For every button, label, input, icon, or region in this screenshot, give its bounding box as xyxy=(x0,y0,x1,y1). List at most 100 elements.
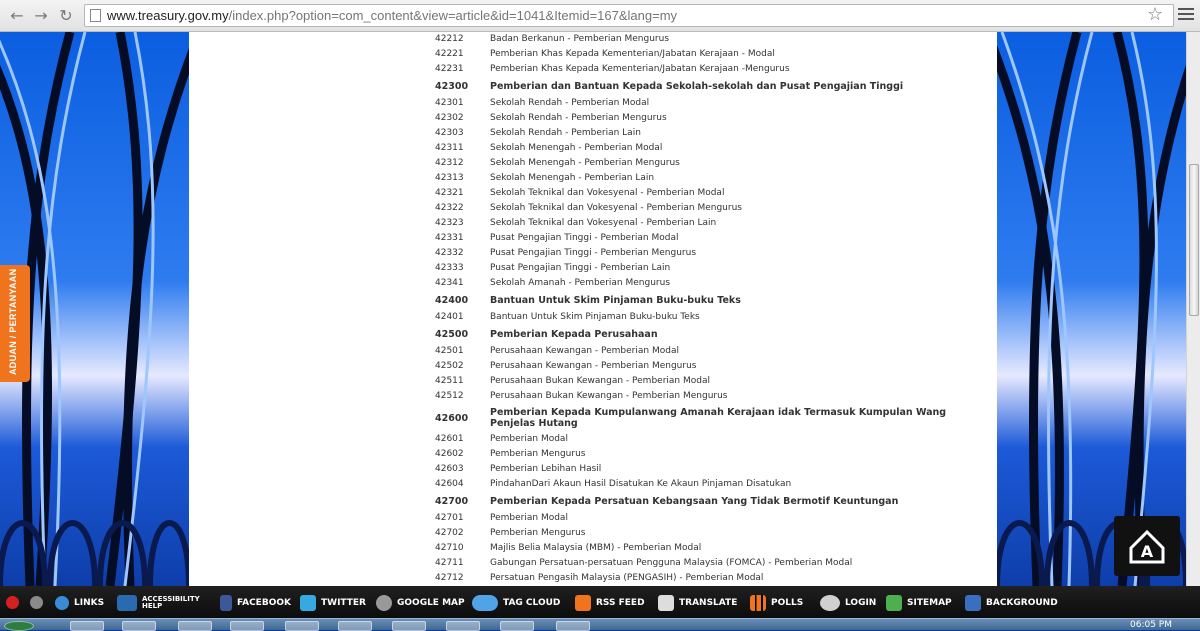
google-map-button[interactable]: GOOGLE MAP xyxy=(376,594,465,611)
help-icon[interactable] xyxy=(30,594,48,611)
bookmark-star-icon[interactable]: ☆ xyxy=(1147,4,1163,25)
accessibility-help-button[interactable]: ACCESSIBILITY HELP xyxy=(117,594,212,611)
code-row: 42711 Gabungan Persatuan-persatuan Penggu… xyxy=(435,556,955,571)
object-code: 42600 xyxy=(435,413,469,424)
bar-chart-icon xyxy=(750,594,766,611)
back-arrow-icon[interactable]: ← xyxy=(6,5,28,27)
login-button[interactable]: LOGIN xyxy=(820,594,876,611)
object-code: 42702 xyxy=(435,528,464,538)
close-toolbar-icon[interactable] xyxy=(6,594,24,611)
feedback-tab[interactable]: ADUAN / PERTANYAAN xyxy=(0,265,30,382)
accessibility-icon[interactable]: A xyxy=(1114,516,1180,576)
rss-feed-button[interactable]: RSS FEED xyxy=(575,594,645,611)
object-description: Persatuan Pengasih Malaysia (PENGASIH) -… xyxy=(490,573,764,583)
polls-button[interactable]: POLLS xyxy=(750,594,803,611)
reload-icon[interactable]: ↻ xyxy=(55,5,77,27)
object-code: 42712 xyxy=(435,573,464,583)
object-description: Pusat Pengajian Tinggi - Pemberian Lain xyxy=(490,263,671,273)
sitemap-label: SITEMAP xyxy=(907,597,952,608)
object-code: 42313 xyxy=(435,173,464,183)
code-row: 42231 Pemberian Khas Kepada Kementerian/J… xyxy=(435,62,955,77)
globe-icon xyxy=(55,595,69,610)
menu-icon[interactable] xyxy=(1178,5,1194,21)
google-icon xyxy=(376,594,392,611)
object-code: 42603 xyxy=(435,464,464,474)
sitemap-button[interactable]: SITEMAP xyxy=(886,594,952,611)
background-button[interactable]: BACKGROUND xyxy=(965,594,1058,611)
feedback-tab-label: ADUAN / PERTANYAAN xyxy=(8,268,18,375)
object-description: Majlis Belia Malaysia (MBM) - Pemberian … xyxy=(490,543,702,553)
links-label: LINKS xyxy=(74,597,105,608)
code-row: 42212 Badan Berkanun - Pemberian Mengurus xyxy=(435,32,955,47)
article-content: 42212 Badan Berkanun - Pemberian Mengurus… xyxy=(189,32,997,586)
object-code: 42312 xyxy=(435,158,464,168)
sitemap-icon xyxy=(886,594,902,611)
code-row: 42303 Sekolah Rendah - Pemberian Lain xyxy=(435,126,955,141)
object-description: Perusahaan Bukan Kewangan - Pemberian Mo… xyxy=(490,376,710,386)
code-row: 42333 Pusat Pengajian Tinggi - Pemberian … xyxy=(435,261,955,276)
object-code: 42711 xyxy=(435,558,464,568)
code-row: 42323 Sekolah Teknikal dan Vokesyenal - P… xyxy=(435,216,955,231)
object-description: Pemberian Modal xyxy=(490,513,568,523)
object-description: Sekolah Amanah - Pemberian Mengurus xyxy=(490,278,671,288)
code-row: 42332 Pusat Pengajian Tinggi - Pemberian … xyxy=(435,246,955,261)
vertical-scrollbar[interactable] xyxy=(1186,32,1200,586)
login-label: LOGIN xyxy=(845,597,877,608)
object-code: 42321 xyxy=(435,188,464,198)
code-row: 42712 Persatuan Pengasih Malaysia (PENGAS… xyxy=(435,571,955,586)
code-row: 42302 Sekolah Rendah - Pemberian Mengurus xyxy=(435,111,955,126)
code-row: 42301 Sekolah Rendah - Pemberian Modal xyxy=(435,96,955,111)
code-row: 42702 Pemberian Mengurus xyxy=(435,526,955,541)
object-description: Sekolah Menengah - Pemberian Mengurus xyxy=(490,158,680,168)
page-viewport: 42212 Badan Berkanun - Pemberian Mengurus… xyxy=(0,32,1186,586)
object-description: PindahanDari Akaun Hasil Disatukan Ke Ak… xyxy=(490,479,792,489)
code-row: 42313 Sekolah Menengah - Pemberian Lain xyxy=(435,171,955,186)
object-code: 42311 xyxy=(435,143,464,153)
facebook-button[interactable]: FACEBOOK xyxy=(220,594,291,611)
code-row: 42601 Pemberian Modal xyxy=(435,432,955,447)
object-code: 42303 xyxy=(435,128,464,138)
polls-label: POLLS xyxy=(771,597,804,608)
object-code: 42601 xyxy=(435,434,464,444)
twitter-button[interactable]: TWITTER xyxy=(300,594,366,611)
object-description: Perusahaan Bukan Kewangan - Pemberian Me… xyxy=(490,391,728,401)
object-description: Bantuan Untuk Skim Pinjaman Buku-buku Te… xyxy=(490,312,700,322)
taskbar-clock: 06:05 PM xyxy=(1130,620,1172,630)
object-description: Pemberian Khas Kepada Kementerian/Jabata… xyxy=(490,49,775,59)
object-code: 42332 xyxy=(435,248,464,258)
object-description: Sekolah Teknikal dan Vokesyenal - Pember… xyxy=(490,203,742,213)
object-description: Sekolah Teknikal dan Vokesyenal - Pember… xyxy=(490,188,725,198)
code-row: 42331 Pusat Pengajian Tinggi - Pemberian … xyxy=(435,231,955,246)
forward-arrow-icon[interactable]: → xyxy=(30,5,52,27)
object-code: 42500 xyxy=(435,329,469,340)
scrollbar-thumb[interactable] xyxy=(1189,164,1199,316)
object-description: Pemberian Kepada Kumpulanwang Amanah Ker… xyxy=(490,407,947,429)
object-code: 42322 xyxy=(435,203,464,213)
object-code: 42400 xyxy=(435,295,469,306)
code-row: 42512 Perusahaan Bukan Kewangan - Pemberi… xyxy=(435,389,955,404)
google-map-label: GOOGLE MAP xyxy=(397,597,465,608)
object-description: Sekolah Rendah - Pemberian Modal xyxy=(490,98,650,108)
twitter-icon xyxy=(300,594,316,611)
address-bar[interactable]: www.treasury.gov.my/index.php?option=com… xyxy=(84,4,1174,27)
object-description: Pemberian Kepada Persatuan Kebangsaan Ya… xyxy=(490,496,899,507)
code-row: 42321 Sekolah Teknikal dan Vokesyenal - P… xyxy=(435,186,955,201)
links-button[interactable]: LINKS xyxy=(55,594,104,611)
object-description: Sekolah Rendah - Pemberian Lain xyxy=(490,128,641,138)
object-description: Pemberian Khas Kepada Kementerian/Jabata… xyxy=(490,64,790,74)
object-code: 42701 xyxy=(435,513,464,523)
code-row: 42710 Majlis Belia Malaysia (MBM) - Pembe… xyxy=(435,541,955,556)
url-path: /index.php?option=com_content&view=artic… xyxy=(228,8,678,23)
facebook-label: FACEBOOK xyxy=(237,597,291,608)
code-row: 42221 Pemberian Khas Kepada Kementerian/J… xyxy=(435,47,955,62)
object-code: 42331 xyxy=(435,233,464,243)
object-description: Sekolah Rendah - Pemberian Mengurus xyxy=(490,113,667,123)
object-description: Bantuan Untuk Skim Pinjaman Buku-buku Te… xyxy=(490,295,741,306)
tag-cloud-button[interactable]: TAG CLOUD xyxy=(472,594,560,611)
translate-button[interactable]: TRANSLATE xyxy=(658,594,737,611)
object-code: 42333 xyxy=(435,263,464,273)
object-code: 42602 xyxy=(435,449,464,459)
code-row: 42401 Bantuan Untuk Skim Pinjaman Buku-bu… xyxy=(435,310,955,325)
object-code: 42604 xyxy=(435,479,464,489)
category-heading-row: 42500 Pemberian Kepada Perusahaan xyxy=(435,326,955,344)
